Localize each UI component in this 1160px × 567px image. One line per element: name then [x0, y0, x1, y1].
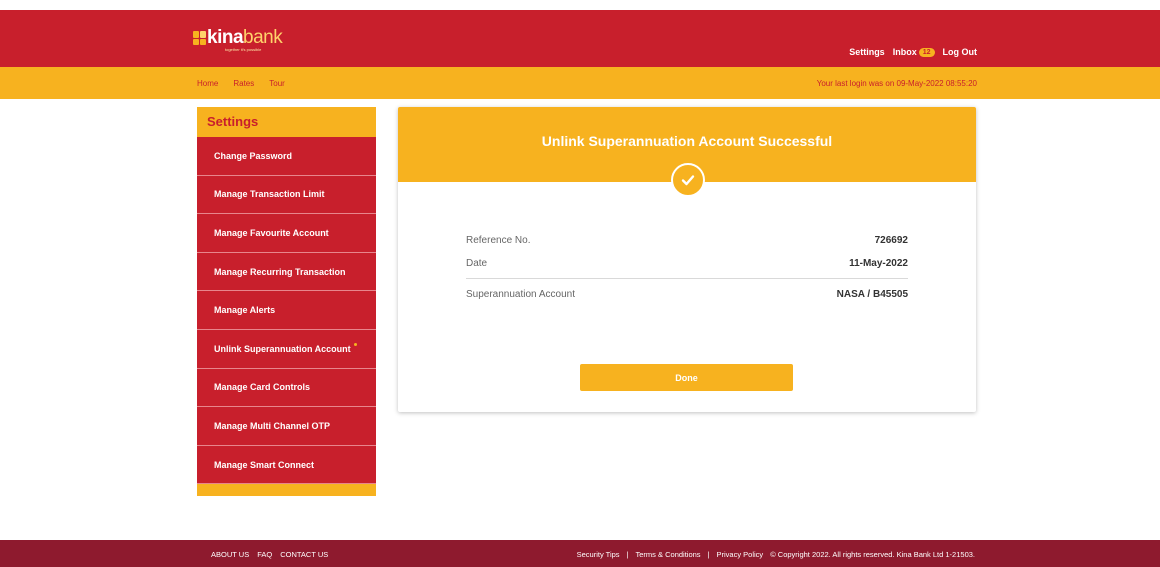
sidebar-item-recurring-transaction[interactable]: Manage Recurring Transaction [197, 252, 376, 292]
last-login-text: Your last login was on 09-May-2022 08:55… [816, 79, 977, 88]
check-icon [671, 163, 705, 197]
footer-about-link[interactable]: ABOUT US [211, 550, 249, 559]
footer-separator: | [707, 550, 710, 559]
settings-link[interactable]: Settings [849, 47, 885, 57]
sidebar-item-label: Manage Recurring Transaction [214, 266, 346, 277]
date-label: Date [466, 258, 488, 269]
footer-separator: | [626, 550, 629, 559]
sidebar-item-label: Manage Alerts [214, 305, 276, 316]
footer-terms-link[interactable]: Terms & Conditions [636, 550, 701, 559]
sidebar-item-multi-channel-otp[interactable]: Manage Multi Channel OTP [197, 407, 376, 446]
sidebar-item-transaction-limit[interactable]: Manage Transaction Limit [197, 175, 376, 215]
footer-privacy-link[interactable]: Privacy Policy [717, 550, 764, 559]
sidebar-item-card-controls[interactable]: Manage Card Controls [197, 368, 376, 408]
sidebar-item-favourite-account[interactable]: Manage Favourite Account [197, 214, 376, 253]
footer-left-links: ABOUT US FAQ CONTACT US [211, 550, 328, 559]
inbox-count-badge: 12 [918, 48, 935, 57]
logo-wordmark: kinabank [207, 27, 283, 48]
sidebar-item-label: Manage Smart Connect [214, 459, 315, 470]
footer-security-tips-link[interactable]: Security Tips [577, 550, 620, 559]
detail-row-date: Date 11-May-2022 [466, 258, 908, 269]
active-dot-icon [353, 343, 357, 347]
main-nav: Home Rates Tour [197, 79, 285, 88]
superannuation-value: NASA / B45505 [836, 289, 908, 300]
superannuation-label: Superannuation Account [466, 289, 575, 300]
sidebar-item-label: Change Password [214, 150, 293, 161]
detail-row-superannuation: Superannuation Account NASA / B45505 [466, 289, 908, 300]
sidebar-item-label: Manage Card Controls [214, 382, 311, 393]
settings-sidebar: Settings Change Password Manage Transact… [197, 107, 376, 496]
date-value: 11-May-2022 [849, 258, 908, 269]
sidebar-item-label: Unlink Superannuation Account [214, 343, 351, 354]
sidebar-item-change-password[interactable]: Change Password [197, 137, 376, 176]
logo-tagline: together it's possible [225, 47, 262, 52]
page-footer: ABOUT US FAQ CONTACT US Security Tips | … [0, 540, 1160, 567]
reference-value: 726692 [874, 235, 908, 246]
logout-link[interactable]: Log Out [943, 47, 978, 57]
footer-faq-link[interactable]: FAQ [257, 550, 272, 559]
result-card: Unlink Superannuation Account Successful… [398, 107, 976, 412]
sidebar-item-alerts[interactable]: Manage Alerts [197, 291, 376, 330]
detail-row-reference: Reference No. 726692 [466, 235, 908, 246]
sidebar-item-label: Manage Transaction Limit [214, 189, 325, 200]
sidebar-item-label: Manage Multi Channel OTP [214, 420, 331, 431]
sidebar-item-unlink-superannuation[interactable]: Unlink Superannuation Account [197, 329, 376, 369]
kinabank-logo[interactable]: kinabank together it's possible [193, 27, 283, 54]
sidebar-item-smart-connect[interactable]: Manage Smart Connect [197, 445, 376, 485]
sidebar-title: Settings [207, 114, 259, 129]
inbox-link[interactable]: Inbox 12 [893, 47, 935, 57]
nav-rates[interactable]: Rates [233, 79, 254, 88]
header-links: Settings Inbox 12 Log Out [849, 47, 977, 57]
nav-home[interactable]: Home [197, 79, 218, 88]
nav-bar: Home Rates Tour Your last login was on 0… [0, 67, 1160, 99]
footer-right-links: Security Tips | Terms & Conditions | Pri… [577, 550, 975, 559]
reference-label: Reference No. [466, 235, 531, 246]
footer-contact-link[interactable]: CONTACT US [280, 550, 328, 559]
top-header: kinabank together it's possible Settings… [0, 10, 1160, 67]
footer-copyright: © Copyright 2022. All rights reserved. K… [770, 550, 975, 559]
result-title: Unlink Superannuation Account Successful [541, 133, 833, 149]
logo-mark-icon [193, 31, 206, 45]
done-button[interactable]: Done [580, 364, 793, 391]
detail-divider [466, 278, 908, 279]
inbox-label: Inbox [892, 47, 917, 57]
sidebar-item-label: Manage Favourite Account [214, 227, 329, 238]
logo-accent: bank [243, 27, 283, 48]
nav-tour[interactable]: Tour [269, 79, 285, 88]
logo-main: kina [207, 27, 244, 48]
